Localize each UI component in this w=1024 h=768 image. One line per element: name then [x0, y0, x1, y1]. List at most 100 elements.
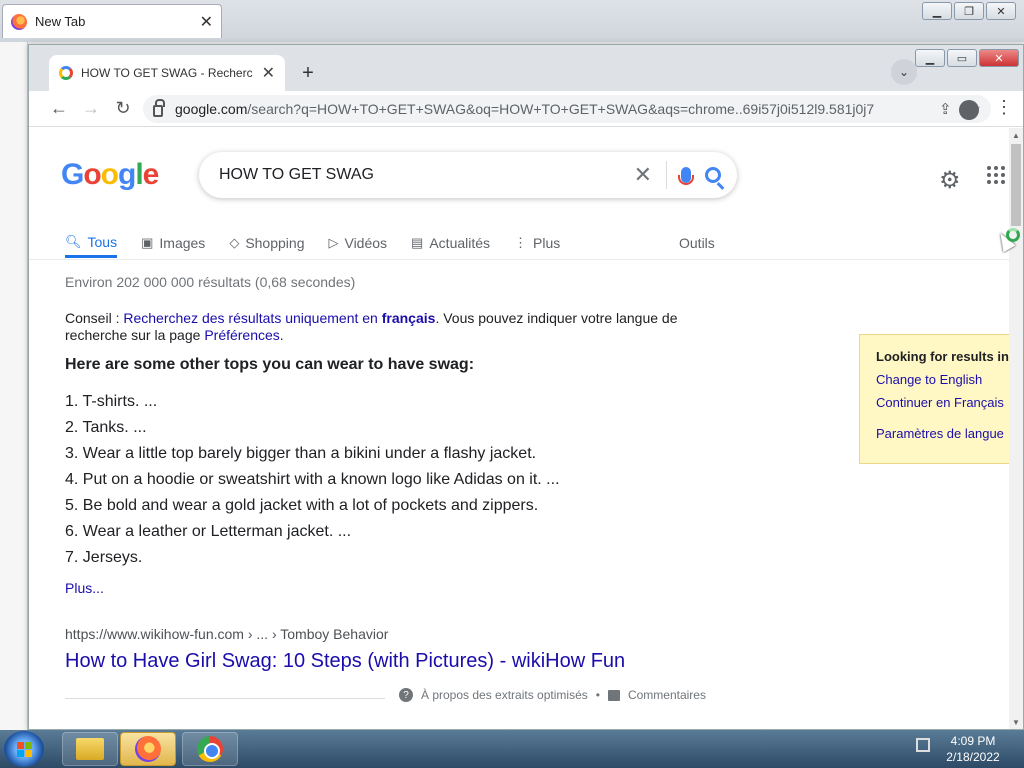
more-vert-icon: ⋮ [514, 235, 528, 250]
logo-letter: G [61, 158, 84, 191]
back-arrow-icon[interactable]: ← [43, 93, 75, 125]
tag-icon: ◇ [229, 235, 240, 250]
list-item: 1. T-shirts. ... [65, 392, 560, 418]
help-icon[interactable]: ? [399, 688, 413, 702]
clear-search-icon[interactable]: ✕ [634, 162, 652, 188]
taskbar-firefox[interactable] [120, 732, 176, 766]
tab-images[interactable]: ▣ Images [141, 228, 205, 258]
url-text[interactable]: google.com/search?q=HOW+TO+GET+SWAG&oq=H… [175, 101, 875, 117]
search-small-icon: 🔍︎ [65, 233, 82, 249]
firefox-tab-title: New Tab [35, 14, 86, 29]
result-title-link[interactable]: How to Have Girl Swag: 10 Steps (with Pi… [65, 650, 625, 673]
list-number: 1. [65, 393, 83, 410]
taskbar-chrome[interactable] [182, 732, 238, 766]
continue-french-link[interactable]: Continuer en Français [876, 395, 1004, 410]
tip-suffix: . [279, 327, 284, 343]
close-tab-icon[interactable]: ✕ [262, 63, 275, 83]
tab-label: Plus [533, 235, 561, 251]
share-icon[interactable]: ⇪ [939, 100, 952, 118]
tab-plus[interactable]: ⋮ Plus [514, 228, 560, 258]
reload-icon[interactable]: ↻ [107, 93, 139, 125]
french-results-link[interactable]: Recherchez des résultats uniquement en f… [123, 310, 435, 326]
search-divider [666, 161, 667, 189]
tab-tous[interactable]: 🔍︎ Tous [65, 228, 118, 258]
maximize-button[interactable]: ▭ [947, 49, 977, 67]
chrome-window-controls: ▁ ▭ ✕ [915, 49, 1019, 67]
system-clock[interactable]: 4:09 PM 2/18/2022 [944, 733, 1002, 765]
taskbar-explorer[interactable] [62, 732, 118, 766]
scroll-up-icon[interactable]: ▲ [1009, 128, 1023, 142]
list-text: Put on a hoodie or sweatshirt with a kno… [82, 471, 560, 488]
tip-link-text: Recherchez des résultats uniquement en [123, 310, 382, 326]
logo-letter: e [142, 158, 160, 191]
tab-videos[interactable]: ▷ Vidéos [328, 228, 387, 258]
featured-snippet-list: 1. T-shirts. ... 2. Tanks. ... 3. Wear a… [65, 392, 560, 574]
tab-label: Tous [87, 233, 118, 250]
chrome-tab-active[interactable]: HOW TO GET SWAG - Recherche ✕ [49, 55, 285, 91]
firefox-favicon-icon [11, 13, 27, 30]
google-apps-icon[interactable] [987, 166, 1005, 184]
scrollbar-thumb[interactable] [1011, 144, 1021, 226]
google-logo[interactable]: Google [61, 158, 160, 192]
result-cite[interactable]: https://www.wikihow-fun.com › ... › Tomb… [65, 626, 388, 642]
featured-snippet-title: Here are some other tops you can wear to… [65, 356, 475, 373]
address-bar[interactable]: google.com/search?q=HOW+TO+GET+SWAG&oq=H… [143, 95, 991, 123]
chrome-tab-title: HOW TO GET SWAG - Recherche [81, 66, 253, 80]
firefox-icon [135, 736, 161, 762]
close-button[interactable]: ✕ [986, 2, 1016, 20]
page-scrollbar[interactable]: ▲ ▼ [1009, 128, 1023, 729]
about-snippets-link[interactable]: À propos des extraits optimisés [421, 688, 588, 702]
change-to-english-link[interactable]: Change to English [876, 372, 1002, 387]
close-tab-icon[interactable]: ✕ [200, 12, 213, 32]
feedback-link[interactable]: Commentaires [628, 688, 706, 702]
windows-logo-icon [16, 741, 32, 757]
chrome-menu-icon[interactable]: ⋮ [995, 97, 1013, 118]
settings-gear-icon[interactable]: ⚙ [939, 166, 961, 195]
firefox-tab[interactable]: New Tab ✕ [2, 4, 222, 38]
lock-icon[interactable] [153, 99, 165, 117]
chrome-window: HOW TO GET SWAG - Recherche ✕ + ⌄ ▁ ▭ ✕ … [28, 44, 1024, 730]
tools-button[interactable]: Outils [679, 228, 715, 258]
more-link[interactable]: Plus... [65, 580, 104, 596]
list-number: 7. [65, 549, 83, 566]
search-icon[interactable] [705, 167, 721, 183]
tab-label: Actualités [429, 235, 491, 251]
microphone-icon[interactable] [678, 167, 694, 185]
minimize-button[interactable]: ▁ [915, 49, 945, 67]
tab-actualites[interactable]: ▤ Actualités [411, 228, 490, 258]
list-text: Tanks. ... [82, 419, 147, 436]
feedback-icon[interactable] [607, 689, 620, 701]
tab-label: Shopping [245, 235, 305, 251]
windows-taskbar: 4:09 PM 2/18/2022 [0, 730, 1024, 768]
restore-button[interactable]: ❐ [954, 2, 984, 20]
search-query[interactable]: HOW TO GET SWAG [219, 166, 374, 184]
snippet-divider [65, 698, 385, 699]
logo-letter: o [83, 158, 101, 191]
language-settings-link[interactable]: Paramètres de langue [876, 426, 1004, 441]
language-suggestion-box: Looking for results in Change to English… [859, 334, 1009, 464]
tab-search-button[interactable]: ⌄ [891, 59, 917, 85]
new-tab-button[interactable]: + [295, 61, 321, 85]
url-path: /search?q=HOW+TO+GET+SWAG&oq=HOW+TO+GET+… [247, 101, 875, 117]
list-number: 3. [65, 445, 83, 462]
folder-icon [76, 738, 104, 760]
minimize-button[interactable]: ▁ [922, 2, 952, 20]
tab-label: Vidéos [344, 235, 388, 251]
preferences-link[interactable]: Préférences [204, 327, 279, 343]
google-favicon-icon [59, 66, 73, 80]
nav-divider [29, 259, 1009, 260]
scroll-down-icon[interactable]: ▼ [1009, 715, 1023, 729]
search-input[interactable]: HOW TO GET SWAG ✕ [199, 152, 737, 198]
forward-arrow-icon[interactable]: → [75, 93, 107, 125]
profile-avatar-icon[interactable] [959, 100, 979, 120]
start-button[interactable] [4, 731, 44, 767]
close-button[interactable]: ✕ [979, 49, 1019, 67]
list-text: Wear a leather or Letterman jacket. ... [82, 523, 352, 540]
logo-letter: l [135, 158, 143, 191]
network-tray-icon[interactable] [916, 738, 930, 752]
tab-shopping[interactable]: ◇ Shopping [229, 228, 304, 258]
result-stats: Environ 202 000 000 résultats (0,68 seco… [65, 274, 356, 290]
list-item: 3. Wear a little top barely bigger than … [65, 444, 560, 470]
list-number: 5. [65, 497, 83, 514]
chrome-toolbar: ← → ↻ google.com/search?q=HOW+TO+GET+SWA… [29, 91, 1023, 127]
